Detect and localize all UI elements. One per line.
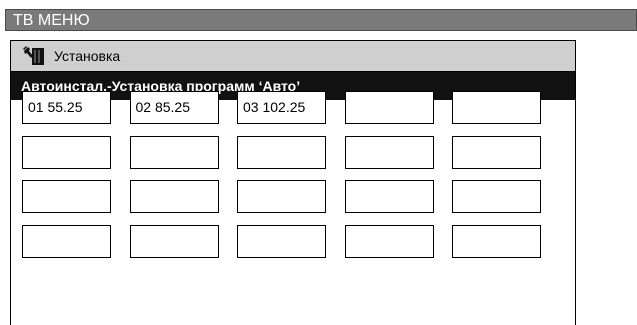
channel-slot[interactable] (452, 135, 541, 169)
channel-slot[interactable] (344, 180, 434, 213)
channel-slot[interactable] (22, 135, 111, 169)
channel-slot[interactable] (452, 224, 541, 258)
channel-slot[interactable] (344, 224, 434, 258)
channel-grid: 01 55.25 02 85.25 03 102.25 (22, 91, 541, 258)
channel-slot[interactable] (452, 180, 541, 213)
channel-slot[interactable] (22, 180, 111, 213)
channel-slot[interactable]: 02 85.25 (129, 91, 219, 124)
channel-slot[interactable] (237, 224, 326, 258)
setup-panel-header: Установка (11, 41, 575, 72)
channel-slot[interactable] (129, 135, 219, 169)
tv-menu-bar: ТВ МЕНЮ (5, 9, 637, 31)
tv-menu-title: ТВ МЕНЮ (13, 12, 90, 29)
channel-slot[interactable] (237, 180, 326, 213)
channel-slot[interactable] (344, 91, 434, 124)
channel-slot[interactable] (129, 180, 219, 213)
setup-panel-label: Установка (54, 48, 121, 64)
channel-slot[interactable]: 03 102.25 (237, 91, 326, 124)
wrench-tool-icon (22, 46, 46, 66)
channel-slot[interactable] (22, 224, 111, 258)
channel-slot[interactable] (237, 135, 326, 169)
channel-slot[interactable]: 01 55.25 (22, 91, 111, 124)
channel-slot[interactable] (452, 91, 541, 124)
channel-slot[interactable] (129, 224, 219, 258)
channel-slot[interactable] (344, 135, 434, 169)
